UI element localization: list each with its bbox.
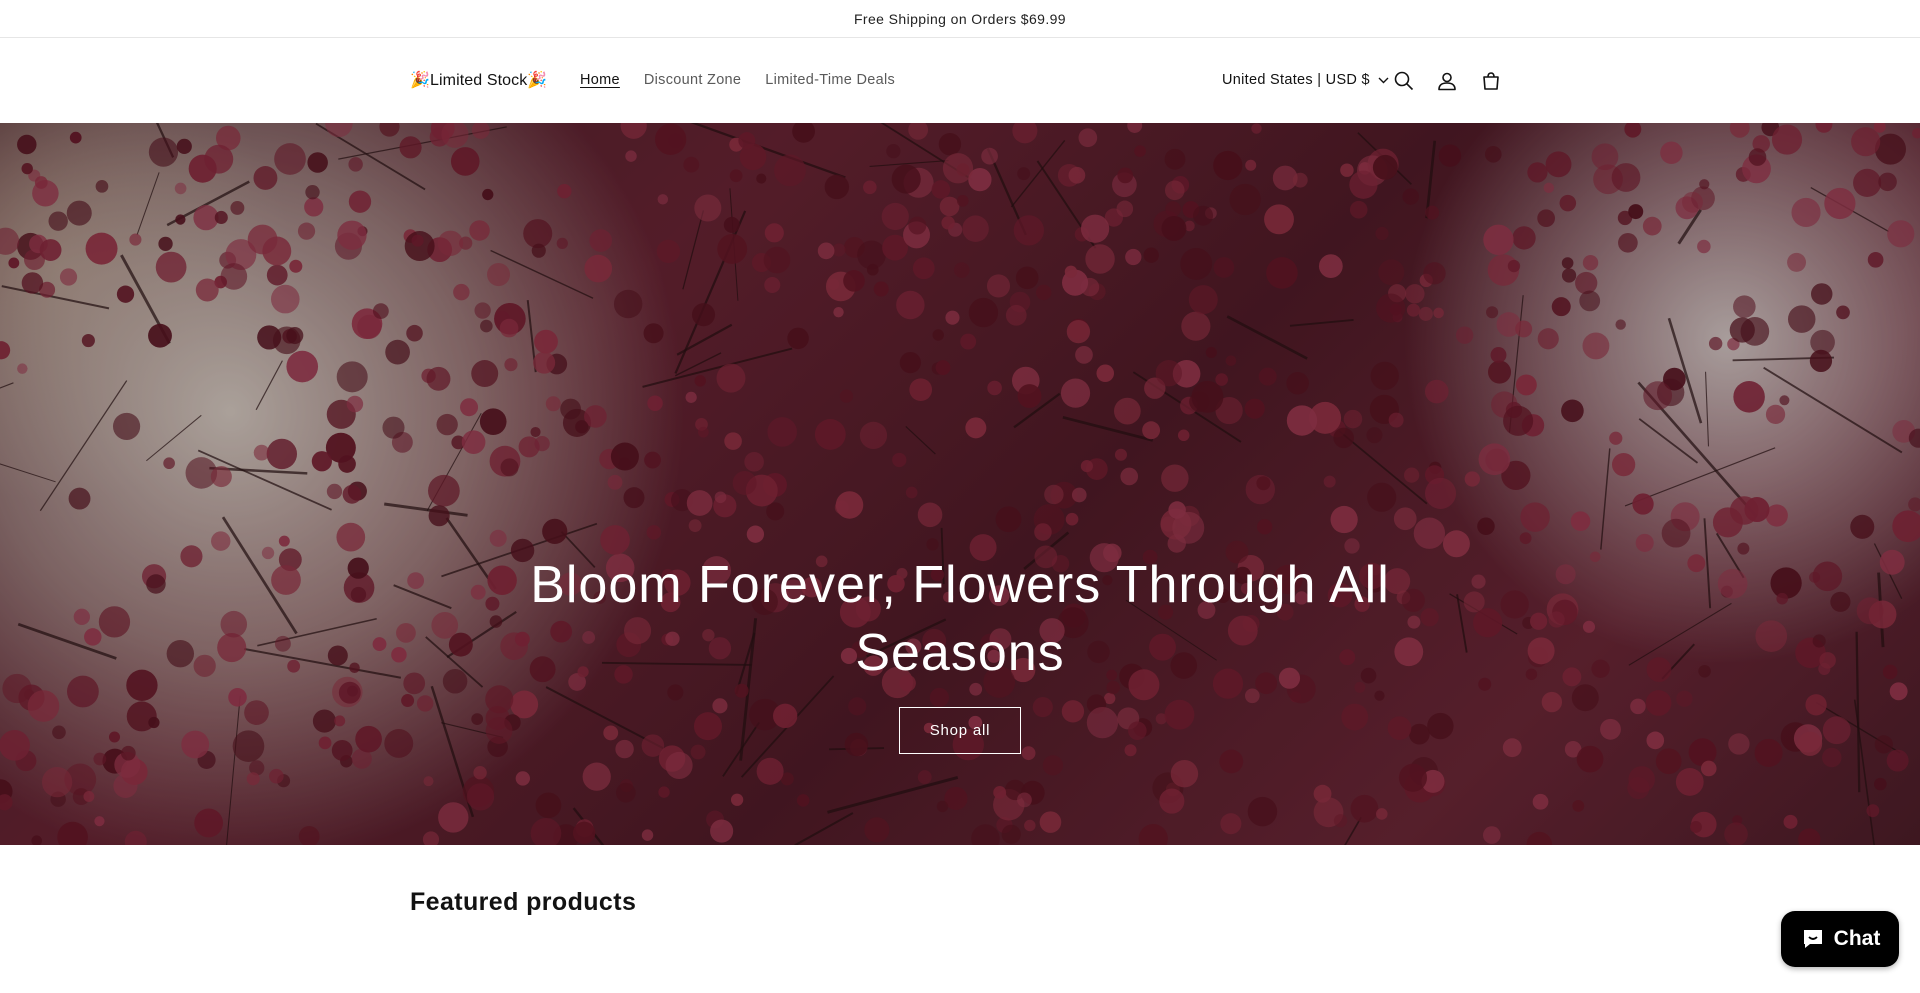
chat-button[interactable]: Chat [1781,911,1899,967]
site-header: 🎉Limited Stock🎉 Home Discount Zone Limit… [0,39,1920,123]
store-logo[interactable]: 🎉Limited Stock🎉 [410,70,547,90]
cart-button[interactable] [1475,65,1507,97]
search-button[interactable] [1388,65,1420,97]
cart-icon [1483,72,1499,90]
country-selector-label: United States | USD $ [1222,72,1370,88]
announcement-bar: Free Shipping on Orders $69.99 [0,0,1920,38]
account-icon [1438,72,1456,91]
chat-label: Chat [1833,927,1881,950]
account-button[interactable] [1431,65,1463,97]
nav-item-home[interactable]: Home [580,72,620,88]
shop-all-button[interactable]: Shop all [899,707,1021,754]
hero-title: Bloom Forever, Flowers Through All Seaso… [530,556,1390,682]
chat-bubble-icon [1803,930,1822,948]
hero-banner: Bloom Forever, Flowers Through All Seaso… [0,123,1920,845]
search-icon [1394,71,1414,91]
featured-products-heading: Featured products [410,888,637,916]
country-selector[interactable]: United States | USD $ [1222,72,1389,88]
nav-item-limited-time-deals[interactable]: Limited-Time Deals [765,72,895,88]
nav-item-discount-zone[interactable]: Discount Zone [644,72,741,88]
main-nav: Home Discount Zone Limited-Time Deals [580,72,895,88]
announcement-text: Free Shipping on Orders $69.99 [853,10,1066,27]
